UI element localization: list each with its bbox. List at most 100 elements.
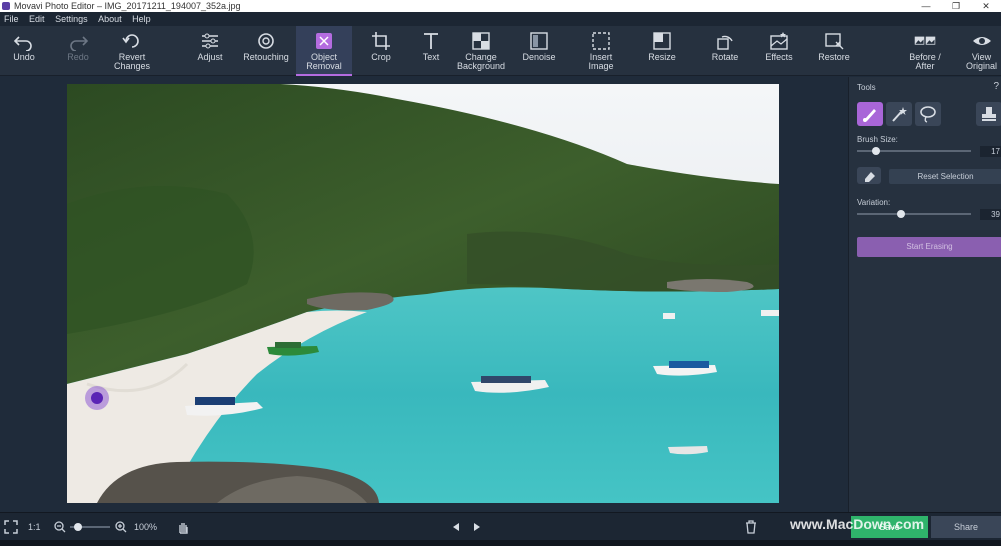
resize-button[interactable]: Resize xyxy=(640,26,684,76)
tools-panel: Tools ? Brush Size: 17 Reset Selection V… xyxy=(848,77,1001,512)
window-title: Movavi Photo Editor – IMG_20171211_19400… xyxy=(14,1,241,11)
denoise-button[interactable]: Denoise xyxy=(516,26,562,76)
insert-image-icon xyxy=(592,32,610,50)
restore-icon xyxy=(825,33,844,50)
delete-button[interactable] xyxy=(745,513,757,541)
insert-image-button[interactable]: Insert Image xyxy=(578,26,624,76)
retouch-icon xyxy=(258,33,274,49)
retouching-label: Retouching xyxy=(243,52,289,62)
maximize-button[interactable]: ❐ xyxy=(941,0,971,12)
brush-size-label: Brush Size: xyxy=(857,135,898,144)
hand-icon xyxy=(179,523,188,534)
zoom-out-button[interactable] xyxy=(54,513,66,541)
next-image-button[interactable] xyxy=(472,513,482,541)
menu-help[interactable]: Help xyxy=(128,12,155,26)
effects-button[interactable]: Effects xyxy=(758,26,800,76)
variation-handle[interactable] xyxy=(897,210,906,218)
brush-cursor-core xyxy=(91,392,103,404)
restore-label: Restore xyxy=(818,52,850,62)
menu-about[interactable]: About xyxy=(94,12,126,26)
bottom-strip xyxy=(0,540,1001,546)
retouching-button[interactable]: Retouching xyxy=(240,26,292,76)
eye-icon xyxy=(972,37,991,45)
text-button[interactable]: Text xyxy=(412,26,450,76)
brush-tool-button[interactable] xyxy=(857,102,883,126)
view-original-label: View Original xyxy=(965,52,997,71)
menu-file[interactable]: File xyxy=(0,12,23,26)
object-removal-icon xyxy=(316,33,332,49)
text-label: Text xyxy=(422,52,440,62)
redo-icon xyxy=(70,36,89,51)
variation-value[interactable]: 39 xyxy=(980,209,1001,220)
reset-selection-button[interactable]: Reset Selection xyxy=(889,169,1001,184)
fullscreen-icon xyxy=(4,520,18,534)
redo-label: Redo xyxy=(67,52,89,62)
effects-icon xyxy=(770,32,788,50)
trash-icon xyxy=(746,520,756,534)
fit-screen-button[interactable] xyxy=(4,513,18,541)
object-removal-label: Object Removal xyxy=(306,52,342,71)
menu-edit[interactable]: Edit xyxy=(25,12,49,26)
restore-button[interactable]: Restore xyxy=(812,26,856,76)
rotate-icon xyxy=(717,35,733,50)
effects-label: Effects xyxy=(765,52,793,62)
hand-tool-button[interactable] xyxy=(177,513,189,541)
before-after-icon xyxy=(914,36,936,45)
brush-size-handle[interactable] xyxy=(872,147,881,155)
before-after-button[interactable]: Before / After xyxy=(902,26,948,76)
insert-image-label: Insert Image xyxy=(588,52,614,71)
before-after-label: Before / After xyxy=(909,52,941,71)
brush-icon xyxy=(863,109,876,122)
crop-button[interactable]: Crop xyxy=(362,26,400,76)
zoom-percent: 100% xyxy=(134,522,158,532)
undo-icon xyxy=(13,36,32,51)
undo-button[interactable]: Undo xyxy=(4,26,44,76)
menu-bar: File Edit Settings About Help xyxy=(0,12,1001,26)
eraser-button[interactable] xyxy=(857,167,881,184)
brush-size-value[interactable]: 17 xyxy=(980,146,1001,157)
beach-photo-image xyxy=(67,84,779,503)
resize-icon xyxy=(653,32,671,50)
zoom-handle[interactable] xyxy=(74,523,82,531)
revert-icon xyxy=(122,34,139,48)
resize-label: Resize xyxy=(648,52,676,62)
variation-label: Variation: xyxy=(857,198,891,207)
share-button[interactable]: Share xyxy=(931,516,1001,538)
change-background-button[interactable]: Change Background xyxy=(454,26,508,76)
lasso-button[interactable] xyxy=(915,102,941,126)
background-icon xyxy=(472,32,490,50)
zoom-in-icon xyxy=(115,521,127,533)
magic-wand-icon xyxy=(892,107,907,122)
triangle-left-icon xyxy=(453,523,459,531)
stamp-icon xyxy=(982,107,996,121)
denoise-label: Denoise xyxy=(522,52,556,62)
rotate-label: Rotate xyxy=(711,52,739,62)
panel-title: Tools xyxy=(857,83,876,92)
help-icon[interactable]: ? xyxy=(993,81,999,92)
start-erasing-button[interactable]: Start Erasing xyxy=(857,237,1001,257)
crop-label: Crop xyxy=(371,52,391,62)
rotate-button[interactable]: Rotate xyxy=(704,26,746,76)
view-original-button[interactable]: View Original xyxy=(962,26,1001,76)
redo-button[interactable]: Redo xyxy=(58,26,98,76)
actual-size-button[interactable]: 1:1 xyxy=(28,513,41,541)
variation-slider[interactable] xyxy=(857,213,971,215)
triangle-right-icon xyxy=(474,523,480,531)
previous-image-button[interactable] xyxy=(451,513,461,541)
adjust-button[interactable]: Adjust xyxy=(190,26,230,76)
menu-settings[interactable]: Settings xyxy=(51,12,92,26)
photo-canvas[interactable] xyxy=(67,84,779,503)
minimize-button[interactable]: — xyxy=(911,0,941,12)
stamp-button[interactable] xyxy=(976,102,1001,126)
object-removal-button[interactable]: Object Removal xyxy=(296,26,352,76)
app-icon xyxy=(2,2,10,10)
zoom-in-button[interactable] xyxy=(115,513,127,541)
title-bar: Movavi Photo Editor – IMG_20171211_19400… xyxy=(0,0,1001,12)
magic-wand-button[interactable] xyxy=(886,102,912,126)
watermark-text: www.MacDown.com xyxy=(790,516,925,532)
eraser-icon xyxy=(865,172,875,182)
revert-changes-button[interactable]: Revert Changes xyxy=(108,26,156,76)
close-button[interactable]: ✕ xyxy=(971,0,1001,12)
denoise-icon xyxy=(530,32,548,50)
revert-label: Revert Changes xyxy=(113,52,151,71)
